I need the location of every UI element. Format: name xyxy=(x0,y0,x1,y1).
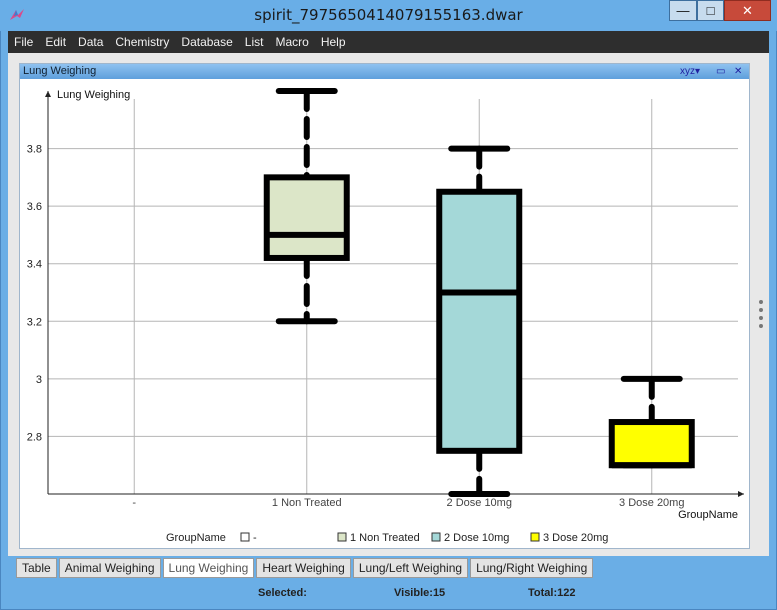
y-tick-label: 3 xyxy=(36,374,42,386)
status-bar: Selected: Visible:15 Total:122 xyxy=(8,582,769,604)
legend-entry-label: 1 Non Treated xyxy=(350,532,420,544)
tab-lung-right-weighing[interactable]: Lung/Right Weighing xyxy=(470,558,594,578)
view-header: Lung Weighing xyz▾ ▭ ✕ xyxy=(20,64,749,79)
title-bar: spirit_7975650414079155163.dwar — □ ✕ xyxy=(0,0,777,31)
tab-lung-weighing[interactable]: Lung Weighing xyxy=(162,558,255,578)
y-axis-arrow xyxy=(45,91,51,97)
close-view-button[interactable]: ✕ xyxy=(734,64,742,79)
box-plot-chart[interactable]: 2.8 3 3.2 3.4 3.6 3.8 - 1 Non Treated 2 Dose 10m… xyxy=(20,79,749,548)
legend-swatch xyxy=(337,532,347,542)
legend-entry-label: - xyxy=(253,532,257,544)
menu-help[interactable]: Help xyxy=(315,31,352,53)
x-axis-arrow xyxy=(738,491,744,497)
menu-database[interactable]: Database xyxy=(175,31,238,53)
box-1 xyxy=(263,174,350,261)
y-tick-label: 3.2 xyxy=(27,316,42,328)
view-title: Lung Weighing xyxy=(23,65,97,77)
legend-swatch xyxy=(240,532,250,542)
close-button[interactable]: ✕ xyxy=(724,0,771,21)
x-tick-label: 3 Dose 20mg xyxy=(619,497,684,509)
minimize-button[interactable]: — xyxy=(669,0,697,21)
view-tabs: Table Animal Weighing Lung Weighing Hear… xyxy=(16,558,595,578)
y-tick-label: 2.8 xyxy=(27,431,42,443)
visible-count: Visible:15 xyxy=(394,587,446,599)
legend-swatch xyxy=(431,532,441,542)
window-title: spirit_7975650414079155163.dwar xyxy=(254,6,523,24)
box-2 xyxy=(436,188,523,454)
menu-edit[interactable]: Edit xyxy=(39,31,72,53)
tab-animal-weighing[interactable]: Animal Weighing xyxy=(58,558,161,578)
total-count: Total:122 xyxy=(528,587,576,599)
x-tick-label: - xyxy=(132,497,136,509)
x-tick-label: 1 Non Treated xyxy=(272,497,342,509)
legend-entry-label: 3 Dose 20mg xyxy=(543,532,608,544)
maximize-view-button[interactable]: ▭ xyxy=(716,64,725,79)
legend-title: GroupName xyxy=(166,532,226,544)
y-tick-label: 3.8 xyxy=(27,144,42,156)
menu-file[interactable]: File xyxy=(8,31,39,53)
legend-entry-label: 2 Dose 10mg xyxy=(444,532,509,544)
menu-data[interactable]: Data xyxy=(72,31,109,53)
tab-table[interactable]: Table xyxy=(16,558,57,578)
tab-heart-weighing[interactable]: Heart Weighing xyxy=(256,558,351,578)
menu-bar: File Edit Data Chemistry Database List M… xyxy=(8,31,769,53)
legend-swatch xyxy=(530,532,540,542)
selected-label: Selected: xyxy=(258,587,307,599)
y-tick-label: 3.4 xyxy=(27,259,42,271)
y-tick-label: 3.6 xyxy=(27,201,42,213)
menu-list[interactable]: List xyxy=(239,31,270,53)
y-axis-label: Lung Weighing xyxy=(57,89,130,101)
tab-lung-left-weighing[interactable]: Lung/Left Weighing xyxy=(352,558,469,578)
x-tick-label: 2 Dose 10mg xyxy=(447,497,512,509)
x-axis-label: GroupName xyxy=(678,509,738,521)
splitter-handle[interactable] xyxy=(759,300,765,336)
axis-menu-button[interactable]: xyz▾ xyxy=(680,64,700,79)
menu-macro[interactable]: Macro xyxy=(269,31,314,53)
menu-chemistry[interactable]: Chemistry xyxy=(109,31,175,53)
maximize-button[interactable]: □ xyxy=(697,0,724,21)
box-3 xyxy=(608,419,695,469)
chart-view-panel: Lung Weighing xyz▾ ▭ ✕ 2.8 3 3.2 3.4 3.6 3.8 -… xyxy=(19,63,750,549)
